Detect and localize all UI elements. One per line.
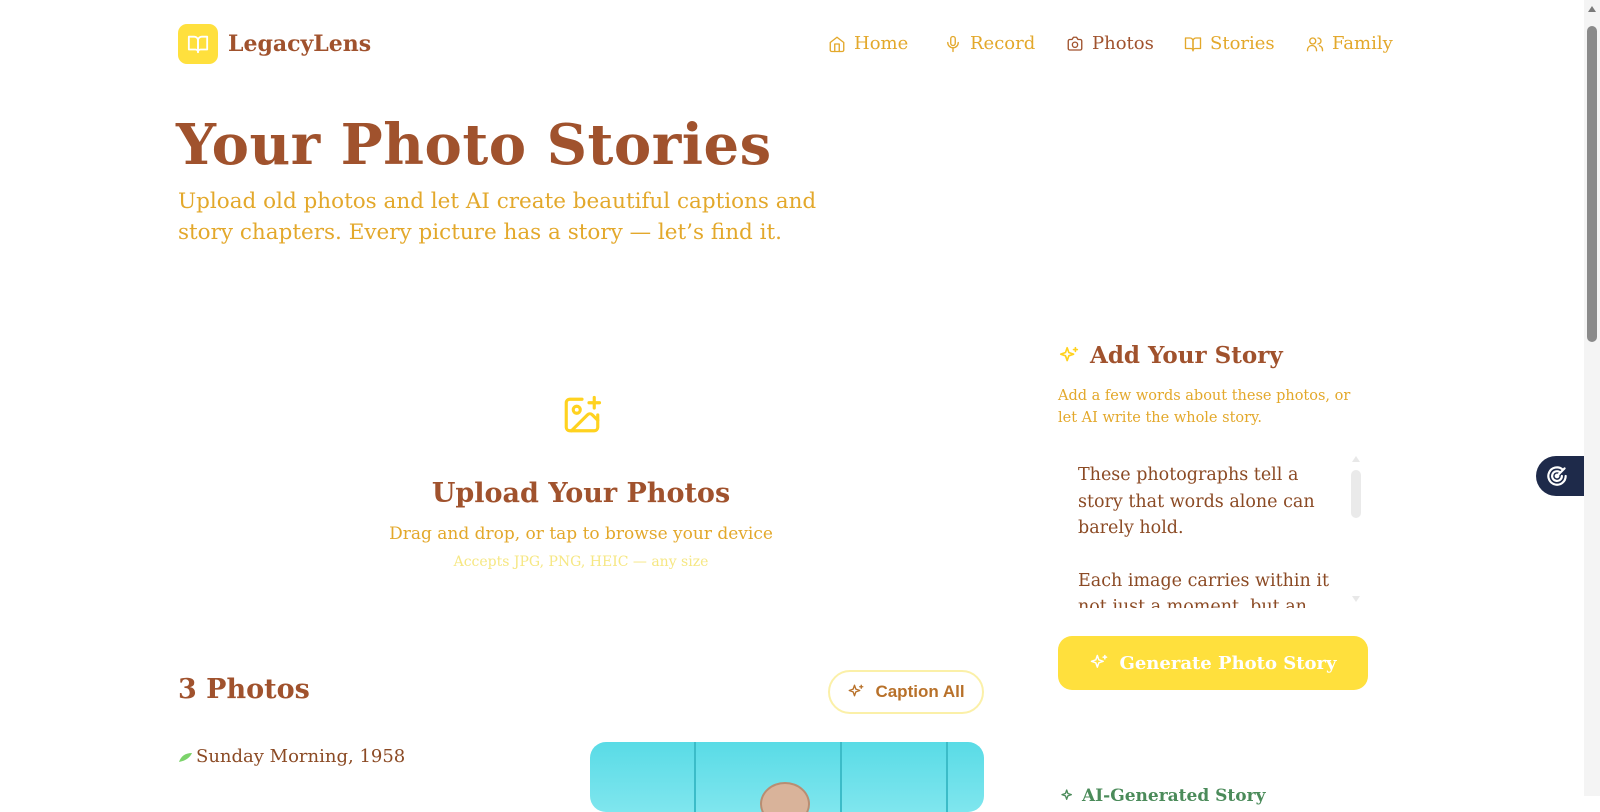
ai-generated-label: AI-Generated Story	[1082, 786, 1266, 806]
scroll-up-arrow[interactable]	[1588, 6, 1596, 12]
sparkles-icon	[1059, 346, 1079, 361]
nav-label: Record	[970, 33, 1036, 54]
sparkles-icon	[1061, 789, 1072, 800]
target-icon	[1547, 466, 1567, 486]
photo-detail	[760, 782, 810, 812]
nav-item-stories[interactable]: Stories	[1184, 33, 1275, 54]
scroll-down-arrow[interactable]	[1352, 596, 1360, 602]
scroll-up-arrow[interactable]	[1352, 456, 1360, 462]
photos-count-heading: 3 Photos	[178, 674, 310, 705]
home-icon	[829, 36, 845, 52]
photo-detail	[946, 742, 948, 812]
page-scrollbar-thumb[interactable]	[1587, 26, 1597, 342]
caption-all-label: Caption All	[875, 682, 965, 701]
nav-label: Home	[854, 33, 909, 54]
microphone-icon	[947, 35, 959, 52]
camera-icon	[1067, 36, 1083, 51]
photo-detail	[840, 742, 842, 812]
leaf-icon	[179, 752, 192, 762]
nav-label: Photos	[1092, 33, 1154, 54]
upload-hint: Drag and drop, or tap to browse your dev…	[389, 524, 773, 544]
story-panel-description: Add a few words about these photos, or l…	[1058, 388, 1351, 426]
story-paragraph: These photographs tell a story that word…	[1078, 465, 1315, 538]
brand-name[interactable]: LegacyLens	[228, 31, 371, 57]
logo[interactable]	[178, 24, 218, 64]
page-scrollbar[interactable]	[1584, 0, 1600, 796]
upload-title: Upload Your Photos	[431, 478, 731, 509]
textarea-scrollbar[interactable]	[1351, 470, 1361, 518]
photo-detail	[694, 742, 696, 812]
story-panel-title-text: Add Your Story	[1090, 342, 1283, 369]
page-subtitle: Upload old photos and let AI create beau…	[178, 189, 817, 245]
book-open-icon	[1184, 36, 1202, 51]
caption-all-button[interactable]: Caption All	[828, 670, 984, 714]
nav-item-photos[interactable]: Photos	[1066, 33, 1154, 54]
upload-accepted-formats: Accepts JPG, PNG, HEIC — any size	[453, 554, 709, 570]
page-title: Your Photo Stories	[176, 112, 772, 178]
story-paragraph: Each image carries within it not just a …	[1078, 570, 1329, 609]
generate-label: Generate Photo Story	[1119, 652, 1337, 674]
sparkles-icon	[849, 684, 864, 697]
users-icon	[1306, 36, 1324, 51]
story-panel-title: Add Your Story	[1058, 342, 1283, 369]
photo-caption: Sunday Morning, 1958	[178, 746, 405, 767]
photo-thumbnail[interactable]	[590, 742, 984, 812]
nav-item-record[interactable]: Record	[944, 33, 1035, 54]
generate-photo-story-button[interactable]: Generate Photo Story	[1058, 636, 1368, 690]
nav-item-family[interactable]: Family	[1306, 33, 1393, 54]
floating-assistant-button[interactable]	[1536, 456, 1588, 496]
book-open-icon	[187, 35, 209, 54]
story-text: These photographs tell a story that word…	[1078, 462, 1340, 608]
nav-label: Stories	[1210, 33, 1275, 54]
nav-item-home[interactable]: Home	[828, 33, 908, 54]
nav-label: Family	[1332, 33, 1393, 54]
image-plus-icon	[564, 395, 602, 433]
photo-caption-text: Sunday Morning, 1958	[196, 746, 406, 767]
sparkles-icon	[1091, 654, 1108, 668]
ai-generated-story-heading: AI-Generated Story	[1060, 786, 1265, 806]
story-textarea[interactable]: These photographs tell a story that word…	[1058, 452, 1364, 608]
photo-upload-dropzone[interactable]: Upload Your Photos Drag and drop, or tap…	[178, 340, 984, 610]
